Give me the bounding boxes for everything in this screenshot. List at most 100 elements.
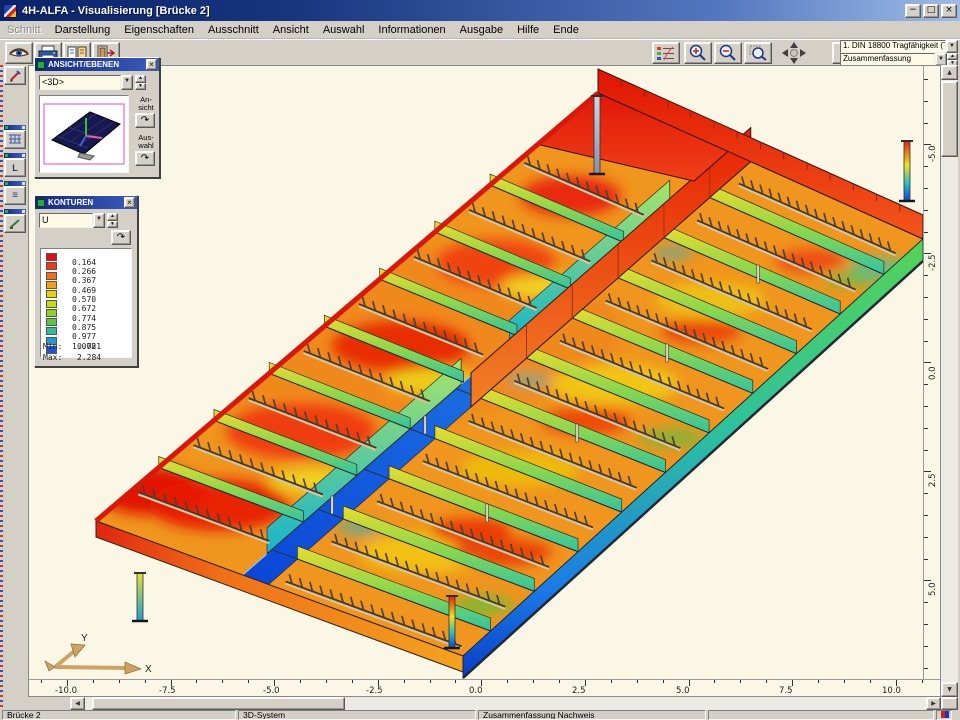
pan-control[interactable]	[779, 41, 809, 65]
zoom-out-button[interactable]	[714, 42, 742, 64]
menu-item-schnitt: Schnitt	[0, 22, 48, 38]
mini-panel-mesh[interactable]	[4, 125, 26, 149]
horizontal-scrollbar[interactable]: ◀ ▶	[70, 697, 941, 710]
konturen-panel[interactable]: KONTUREN × U ▼ ▲ ▼ ↷ 0.1640.2660.3670.46…	[34, 195, 138, 367]
tick	[196, 680, 197, 683]
close-button[interactable]: ×	[941, 4, 957, 18]
panel-title-bar[interactable]: ANSICHT/EBENEN ×	[35, 58, 159, 71]
tick	[924, 580, 931, 581]
dropdown-arrow-icon[interactable]: ▼	[121, 75, 133, 90]
menu-item-ausschnitt[interactable]: Ausschnitt	[201, 22, 266, 38]
menu-item-eigenschaften[interactable]: Eigenschaften	[117, 22, 201, 38]
mini-close-icon[interactable]	[22, 126, 25, 129]
draft-tool-button[interactable]	[4, 66, 26, 85]
zoom-window-icon	[748, 44, 768, 62]
legend-value: 0.875	[72, 323, 96, 332]
mini-panel-list[interactable]: ≡	[4, 181, 26, 205]
bottom-ruler-label: -2.5	[366, 686, 383, 696]
bottom-ruler-label: -7.5	[159, 686, 176, 696]
tick	[611, 680, 612, 683]
bottom-ruler-label: 7.5	[779, 686, 793, 696]
mini-title-bar[interactable]	[4, 209, 26, 214]
menu-item-darstellung[interactable]: Darstellung	[48, 22, 118, 38]
mesh-icon[interactable]	[4, 130, 26, 149]
tick	[924, 123, 928, 124]
legend-swatch	[46, 281, 57, 289]
menu-item-hilfe[interactable]: Hilfe	[510, 22, 546, 38]
view-spinner[interactable]: ▲ ▼	[135, 75, 146, 90]
drawing-canvas[interactable]: YX -10.0-7.5-5.0-2.50.02.55.07.510.0 -5.…	[28, 65, 941, 697]
auswahl-apply-button[interactable]: ↷	[135, 151, 155, 166]
menu-item-auswahl[interactable]: Auswahl	[316, 22, 372, 38]
axis-icon[interactable]: L	[4, 158, 26, 177]
min-value: 0.021	[77, 342, 101, 351]
status-grip-icon	[936, 710, 952, 720]
pen-icon[interactable]	[4, 214, 26, 233]
spin-down-icon[interactable]: ▼	[107, 221, 118, 229]
contour-settings-button[interactable]	[652, 42, 680, 64]
auswahl-label: Aus- wahl	[133, 134, 159, 149]
legend-value: 0.164	[72, 258, 96, 267]
tick	[818, 680, 819, 683]
spin-up-icon[interactable]: ▲	[947, 53, 958, 60]
zoom-in-button[interactable]	[684, 42, 712, 64]
bottom-ruler-label: 2.5	[572, 686, 586, 696]
maximize-button[interactable]: □	[923, 4, 939, 18]
tick	[924, 341, 928, 342]
list-icon[interactable]: ≡	[4, 186, 26, 205]
scroll-down-icon[interactable]: ▼	[941, 682, 958, 697]
mini-close-icon[interactable]	[22, 182, 25, 185]
panel-dot-icon	[5, 182, 8, 185]
quantity-combo[interactable]: U ▼	[39, 213, 105, 228]
tick	[870, 680, 871, 683]
konturen-apply-button[interactable]: ↷	[111, 230, 131, 245]
tick	[924, 493, 928, 494]
mini-panel-axes[interactable]: L	[4, 153, 26, 177]
status-field-3	[708, 710, 934, 720]
mini-title-bar[interactable]	[4, 181, 26, 186]
scroll-up-icon[interactable]: ▲	[941, 65, 958, 80]
legend-value: 0.266	[72, 267, 96, 276]
spin-down-icon[interactable]: ▼	[135, 83, 146, 91]
ansicht-apply-button[interactable]: ↷	[135, 113, 155, 128]
menu-item-ende[interactable]: Ende	[546, 22, 586, 38]
mini-title-bar[interactable]	[4, 125, 26, 130]
tick	[352, 680, 353, 683]
menu-item-ausgabe[interactable]: Ausgabe	[453, 22, 510, 38]
tick	[430, 680, 431, 683]
view-eye-button[interactable]	[5, 42, 33, 64]
minimize-button[interactable]: −	[905, 4, 921, 18]
dropdown-arrow-icon[interactable]: ▼	[946, 40, 958, 53]
title-bar[interactable]: 4H-ALFA - Visualisierung [Brücke 2] − □ …	[0, 0, 960, 21]
zoom-window-button[interactable]	[744, 42, 772, 64]
mini-close-icon[interactable]	[22, 154, 25, 157]
vscroll-thumb[interactable]	[941, 81, 958, 157]
view-combo[interactable]: <3D> ▼	[39, 75, 133, 90]
panel-close-button[interactable]: ×	[124, 197, 135, 208]
left-dock: L ≡	[0, 65, 28, 710]
tick	[507, 680, 508, 683]
dropdown-arrow-icon[interactable]: ▼	[93, 213, 105, 228]
norm-combo[interactable]: 1. DIN 18800 Tragfähigkeit (Th ▼	[840, 40, 958, 53]
quantity-spinner[interactable]: ▲ ▼	[107, 213, 118, 228]
scroll-right-icon[interactable]: ▶	[926, 697, 941, 710]
menu-item-informationen[interactable]: Informationen	[371, 22, 452, 38]
mini-title-bar[interactable]	[4, 153, 26, 158]
panel-close-button[interactable]: ×	[146, 59, 157, 70]
vertical-scrollbar[interactable]: ▲ ▼	[941, 65, 958, 697]
mini-close-icon[interactable]	[22, 210, 25, 213]
spin-up-icon[interactable]: ▲	[107, 213, 118, 221]
panel-title-bar[interactable]: KONTUREN ×	[35, 196, 137, 209]
spin-up-icon[interactable]: ▲	[135, 75, 146, 83]
tick	[766, 680, 767, 683]
legend-value: 0.977	[72, 332, 96, 341]
bottom-ruler-label: -10.0	[55, 686, 77, 696]
hscroll-thumb[interactable]	[92, 697, 345, 710]
menu-item-ansicht[interactable]: Ansicht	[266, 22, 316, 38]
scroll-left-icon[interactable]: ◀	[70, 697, 85, 710]
bridge-thumbnail-icon	[40, 96, 128, 172]
ansicht-ebenen-panel[interactable]: ANSICHT/EBENEN × <3D> ▼ ▲ ▼ An- sicht ↷ …	[34, 57, 160, 178]
mini-panel-draw[interactable]	[4, 209, 26, 233]
view-thumbnail[interactable]	[39, 95, 129, 173]
model-3d-view[interactable]: YX	[29, 66, 924, 680]
